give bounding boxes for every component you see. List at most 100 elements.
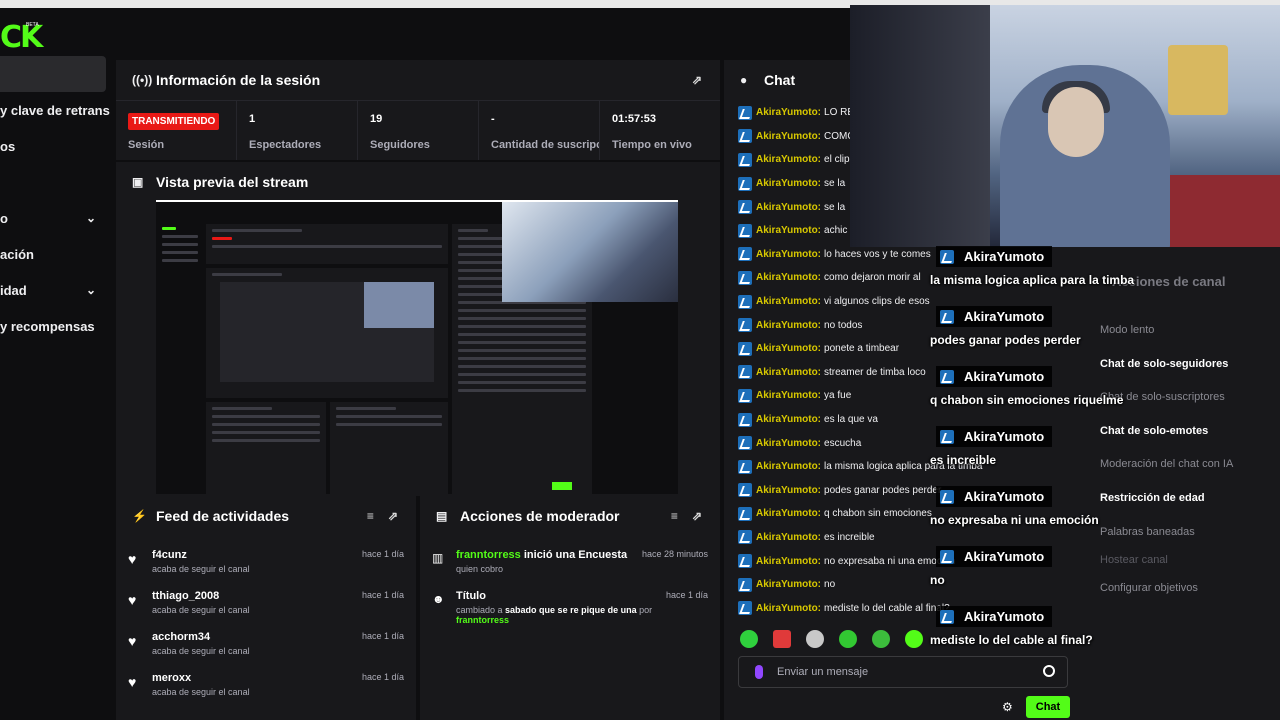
activity-feed-header: ⚡ Feed de actividades ≡ ⇗ [116,496,416,536]
overlay-message: AkiraYumoto mediste lo del cable al fina… [930,606,1093,647]
kick-badge-icon [738,436,752,451]
kick-badge-icon [738,506,752,521]
menu-item-banned-words[interactable]: Palabras baneadas [1100,526,1195,538]
kick-badge-icon [738,129,752,144]
overlay-text: la misma logica aplica para la timba [930,272,1135,287]
chat-message-input[interactable]: Enviar un mensaje [738,656,1068,688]
chat-username[interactable]: AkiraYumoto: [756,390,821,401]
emote-icon[interactable] [806,630,824,648]
overlay-user-text: AkiraYumoto [964,489,1045,504]
chat-username[interactable]: AkiraYumoto: [756,178,821,189]
chat-username[interactable]: AkiraYumoto: [756,107,821,118]
menu-item-slow-mode[interactable]: Modo lento [1100,324,1154,336]
overlay-text: no expresaba ni una emoción [930,512,1099,527]
sidebar-item-moderation[interactable]: ación [0,236,110,272]
kick-badge-icon [940,369,954,384]
kick-badge-icon [940,549,954,564]
activity-feed-title: Feed de actividades [156,508,290,524]
chat-username[interactable]: AkiraYumoto: [756,154,821,165]
chat-username[interactable]: AkiraYumoto: [756,579,821,590]
overlay-message: AkiraYumoto no expresaba ni una emoción [930,486,1099,527]
menu-item-emotes-only[interactable]: Chat de solo-emotes [1100,425,1208,437]
chat-username[interactable]: AkiraYumoto: [756,438,821,449]
feed-time: hace 1 día [361,590,404,600]
chat-username[interactable]: AkiraYumoto: [756,131,821,142]
chat-username[interactable]: AkiraYumoto: [756,249,821,260]
chat-username[interactable]: AkiraYumoto: [756,225,821,236]
gear-icon[interactable]: ⚙ [1002,700,1013,714]
live-badge: TRANSMITIENDO [128,113,220,130]
kick-badge-icon [738,577,752,592]
overlay-username: AkiraYumoto [936,426,1053,447]
emote-icon[interactable] [905,630,923,648]
preview-mod-mirror [330,402,448,494]
chat-username[interactable]: AkiraYumoto: [756,532,821,543]
popout-icon[interactable]: ⇗ [388,509,398,523]
mic-icon[interactable] [755,665,763,679]
emote-icon[interactable] [740,630,758,648]
chat-username[interactable]: AkiraYumoto: [756,272,821,283]
emote-icon[interactable] [773,630,791,648]
sidebar-item-spacer [0,164,110,200]
filter-icon[interactable]: ≡ [671,509,678,523]
chat-text: es increible [824,531,875,543]
menu-item-goals[interactable]: Configurar objetivos [1100,582,1198,594]
chevron-down-icon: ⌄ [85,211,96,225]
stream-preview-video[interactable] [156,200,678,494]
sidebar-item-stream-key[interactable]: y clave de retransmisión [0,92,110,128]
chat-title: Chat [764,72,796,88]
chat-username[interactable]: AkiraYumoto: [756,414,821,425]
menu-item-age-restriction[interactable]: Restricción de edad [1100,492,1205,504]
activity-feed-panel: ⚡ Feed de actividades ≡ ⇗ ♥ f4cunz acaba … [116,496,416,720]
sidebar-item-community[interactable]: idad ⌄ [0,272,110,308]
sidebar-item-label: idad [0,282,27,298]
sidebar-item-home[interactable] [0,56,106,92]
chat-username[interactable]: AkiraYumoto: [756,556,821,567]
sidebar-item-rewards[interactable]: y recompensas [0,308,110,344]
heart-icon: ♥ [128,674,137,690]
sub-prefix: cambiado a [456,605,503,615]
chat-send-button[interactable]: Chat [1026,696,1070,718]
sub-user[interactable]: franntorress [456,615,509,625]
menu-item-host-channel[interactable]: Hostear canal [1100,554,1168,566]
mod-action-user[interactable]: franntorress [456,549,521,561]
preview-sidebar-mirror [156,222,204,492]
document-icon: ▤ [436,509,448,523]
sidebar-item-videos[interactable]: os [0,128,110,164]
emote-icon[interactable] [839,630,857,648]
kick-badge-icon [738,530,752,545]
chat-username[interactable]: AkiraYumoto: [756,296,821,307]
overlay-message: AkiraYumoto la misma logica aplica para … [930,246,1134,287]
emote-icon[interactable] [872,630,890,648]
chat-username[interactable]: AkiraYumoto: [756,461,821,472]
popout-icon[interactable]: ⇗ [692,73,702,87]
sidebar-item-channel[interactable]: o ⌄ [0,200,110,236]
chat-text: streamer de timba loco [824,366,926,378]
menu-item-ai-moderation[interactable]: Moderación del chat con IA [1100,458,1233,470]
mod-action-time: hace 28 minutos [641,549,708,559]
kick-badge-icon [738,601,752,616]
kick-badge-icon [940,489,954,504]
overlay-message: AkiraYumoto es increible [930,426,1053,467]
feed-time: hace 1 día [361,631,404,641]
chat-username[interactable]: AkiraYumoto: [756,202,821,213]
filter-icon[interactable]: ≡ [367,509,374,523]
feed-time: hace 1 día [361,672,404,682]
stat-label: Sesión [128,139,165,151]
feed-item: ♥ meroxx acaba de seguir el canal hace 1… [116,672,416,713]
chat-username[interactable]: AkiraYumoto: [756,485,821,496]
popout-icon[interactable]: ⇗ [692,509,702,523]
chat-username[interactable]: AkiraYumoto: [756,508,821,519]
chat-username[interactable]: AkiraYumoto: [756,320,821,331]
emoji-icon[interactable] [1043,665,1055,677]
chat-username[interactable]: AkiraYumoto: [756,367,821,378]
kick-badge-icon [738,152,752,167]
chat-username[interactable]: AkiraYumoto: [756,343,821,354]
stat-followers: 19 Seguidores [358,101,479,160]
preview-session-mirror [206,224,448,264]
heart-icon: ♥ [128,551,137,567]
kick-badge-icon [738,294,752,309]
sidebar: y clave de retransmisión os o⌄ ación ida… [0,56,110,344]
chat-username[interactable]: AkiraYumoto: [756,603,821,614]
sidebar-item-label: ación [0,246,34,262]
